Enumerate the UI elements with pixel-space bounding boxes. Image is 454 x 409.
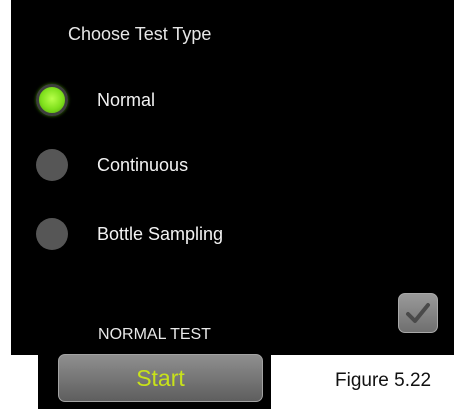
normal-test-panel: NORMAL TEST Start bbox=[38, 321, 271, 409]
option-label: Bottle Sampling bbox=[97, 223, 224, 244]
radio-bottle-sampling[interactable] bbox=[36, 218, 68, 250]
option-continuous[interactable]: Continuous bbox=[36, 148, 188, 182]
checkmark-icon bbox=[406, 303, 430, 323]
option-label: Continuous bbox=[97, 154, 189, 175]
confirm-button[interactable] bbox=[398, 293, 438, 333]
option-bottle-sampling[interactable]: Bottle Sampling bbox=[36, 217, 223, 251]
start-button[interactable]: Start bbox=[58, 354, 263, 402]
option-normal[interactable]: Normal bbox=[36, 83, 155, 117]
panel-title: NORMAL TEST bbox=[98, 326, 211, 343]
radio-normal[interactable] bbox=[36, 84, 68, 116]
figure-caption: Figure 5.22 bbox=[335, 370, 432, 391]
option-label: Normal bbox=[97, 89, 156, 110]
radio-continuous[interactable] bbox=[36, 149, 68, 181]
test-type-screen: Choose Test Type Normal Continuous Bottl… bbox=[11, 0, 454, 355]
screen-title: Choose Test Type bbox=[68, 24, 212, 44]
